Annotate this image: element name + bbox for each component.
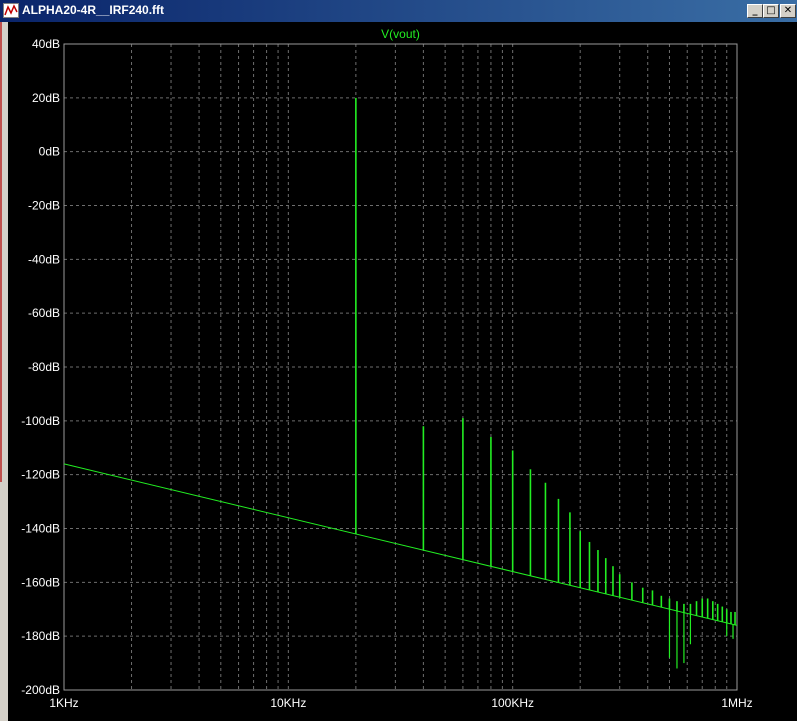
y-tick-label: -160dB <box>21 575 60 589</box>
tick-labels: 40dB 20dB 0dB -20dB -40dB -60dB -80dB -100dB -12… <box>21 37 752 710</box>
chart-title[interactable]: V(vout) <box>381 27 420 41</box>
title-bar[interactable]: ALPHA20-4R__IRF240.fft _ □ ✕ <box>0 0 797 22</box>
y-tick-label: 0dB <box>39 145 60 159</box>
y-tick-label: -60dB <box>28 306 60 320</box>
trace-layer <box>63 97 738 669</box>
grid <box>63 43 737 691</box>
fft-plot-window: ALPHA20-4R__IRF240.fft _ □ ✕ 40dB 20dB 0dB… <box>0 0 797 721</box>
close-button[interactable]: ✕ <box>780 4 796 18</box>
noise-floor-line <box>63 463 738 626</box>
waveform-icon <box>3 3 19 18</box>
y-tick-label: -100dB <box>21 414 60 428</box>
maximize-button[interactable]: □ <box>763 4 779 18</box>
x-tick-label: 1KHz <box>49 696 78 710</box>
window-title: ALPHA20-4R__IRF240.fft <box>22 3 165 17</box>
y-tick-label: -140dB <box>21 522 60 536</box>
fft-chart[interactable]: 40dB 20dB 0dB -20dB -40dB -60dB -80dB -100dB -12… <box>8 22 797 721</box>
y-tick-label: 20dB <box>32 91 60 105</box>
y-tick-label: -40dB <box>28 252 60 266</box>
y-tick-label: -180dB <box>21 629 60 643</box>
y-tick-label: -80dB <box>28 360 60 374</box>
minimize-button[interactable]: _ <box>747 4 763 18</box>
waveform-icon-glyph <box>4 4 18 16</box>
y-tick-label: -200dB <box>21 683 60 697</box>
y-tick-label: 40dB <box>32 37 60 51</box>
x-tick-label: 100KHz <box>491 696 534 710</box>
window-left-accent <box>0 22 2 482</box>
x-tick-label: 10KHz <box>270 696 306 710</box>
y-tick-label: -20dB <box>28 199 60 213</box>
y-tick-label: -120dB <box>21 468 60 482</box>
x-tick-label: 1MHz <box>721 696 752 710</box>
